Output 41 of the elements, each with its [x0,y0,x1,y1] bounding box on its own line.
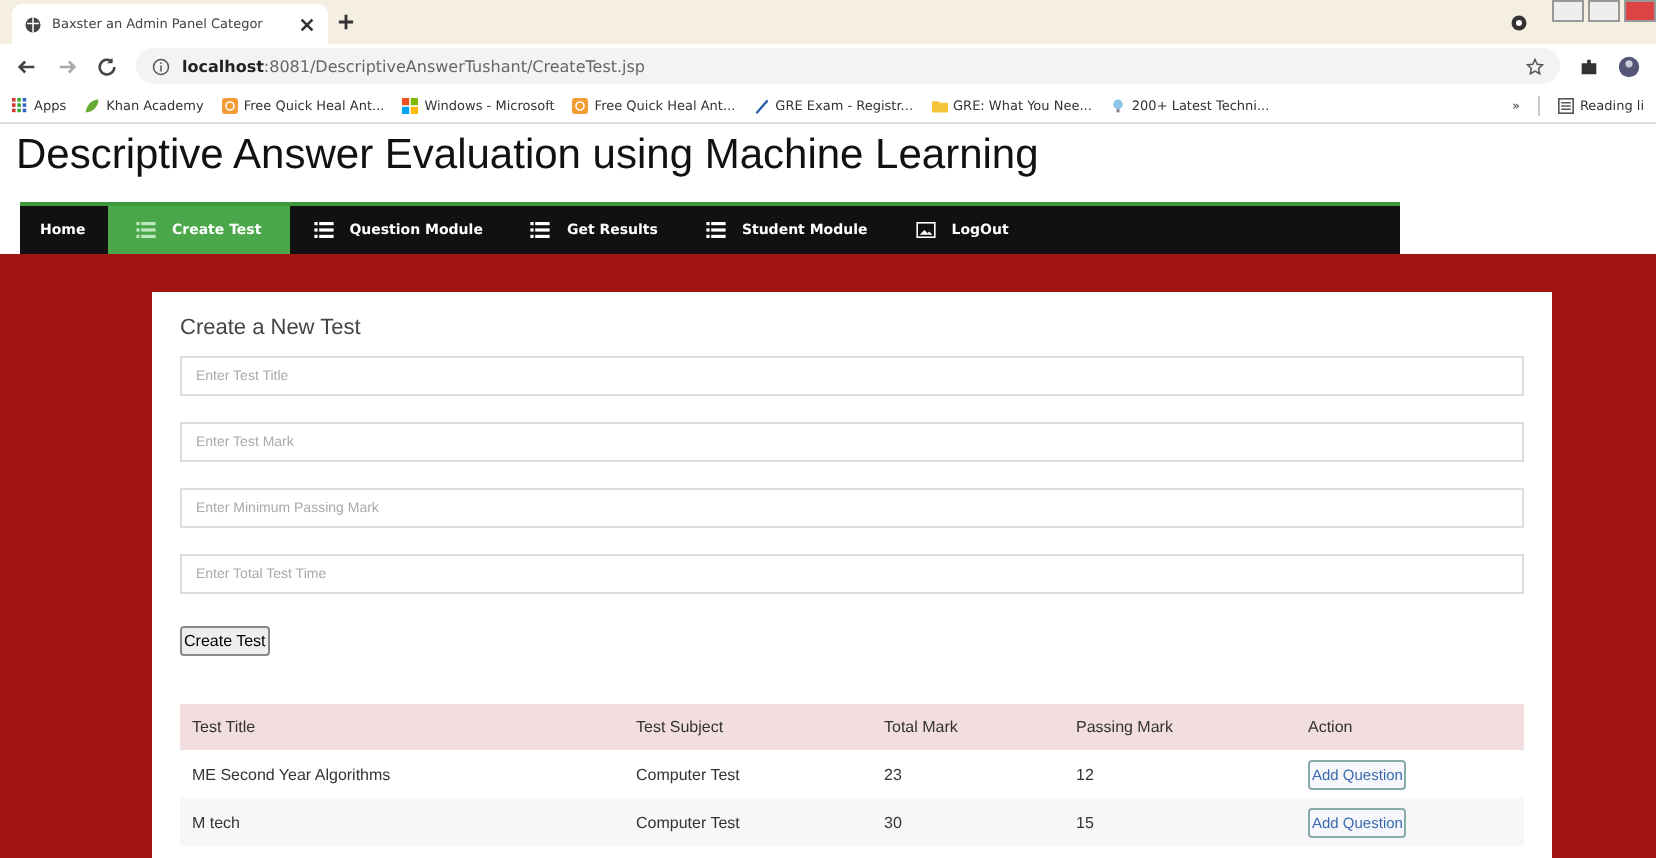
folder-icon [931,97,948,113]
image-icon [915,222,936,238]
column-header: Test Title [192,718,256,736]
page-title: Descriptive Answer Evaluation using Machine Learning [14,130,1041,182]
table-cell: 23 [884,765,902,783]
table-cell: Computer Test [636,765,740,783]
profile-icon[interactable] [1510,13,1528,31]
apps-grid-icon [12,97,28,113]
pen-icon [753,97,770,113]
list-icon [136,222,156,238]
table-cell: 15 [1076,813,1094,831]
leaf-icon [84,97,101,113]
new-tab-icon[interactable] [336,12,356,32]
windows-icon [402,97,419,113]
star-icon[interactable] [1526,57,1544,75]
column-header: Test Subject [636,718,724,736]
reload-icon[interactable] [96,55,118,77]
close-icon[interactable] [298,15,316,33]
reading-list-icon [1557,97,1574,113]
window-controls[interactable] [1552,0,1656,22]
address-field[interactable]: localhost:8081/DescriptiveAnswerTushant/CreateTest.jsp [136,48,1560,84]
list-icon [313,222,334,238]
info-icon [152,57,170,75]
column-header: Total Mark [884,718,958,736]
column-header: Action [1308,718,1353,736]
table-cell: ME Second Year Algorithms [192,765,391,783]
list-icon [705,222,726,238]
create-test-button[interactable]: Create Test [180,626,270,656]
shield-icon [221,97,238,113]
shield-icon [572,97,589,113]
globe-icon [24,15,42,33]
back-icon[interactable] [16,55,38,77]
table-cell: Computer Test [636,813,740,831]
list-icon [530,222,551,238]
column-header: Passing Mark [1076,718,1173,736]
bulb-icon [1109,97,1126,113]
table-cell: 30 [884,813,902,831]
table-cell: M tech [192,813,241,831]
avatar-icon[interactable] [1618,55,1640,77]
form-heading: Create a New Test [180,316,363,340]
table-cell: 12 [1076,765,1094,783]
